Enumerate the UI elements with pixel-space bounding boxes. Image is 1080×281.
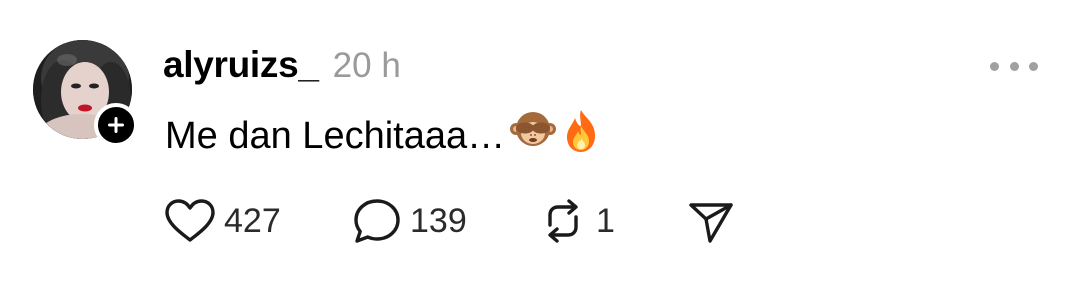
more-button[interactable] xyxy=(990,54,1038,78)
comment-bubble-icon xyxy=(354,199,400,243)
fire-icon xyxy=(561,108,601,164)
see-no-evil-monkey-icon xyxy=(509,109,557,163)
comment-count: 139 xyxy=(410,201,467,240)
like-count: 427 xyxy=(224,201,281,240)
more-icon xyxy=(990,61,999,71)
comment-button[interactable]: 139 xyxy=(352,196,467,246)
post-header: alyruizs_ 20 h xyxy=(163,44,401,86)
like-button[interactable]: 427 xyxy=(164,196,281,246)
avatar-container[interactable] xyxy=(33,40,138,147)
post-text: Me dan Lechitaaa… xyxy=(165,114,506,157)
heart-icon xyxy=(165,199,215,242)
repost-button[interactable]: 1 xyxy=(538,196,615,246)
username[interactable]: alyruizs_ xyxy=(163,44,319,86)
more-icon-dot xyxy=(1009,61,1019,71)
send-icon xyxy=(689,203,733,243)
repost-count: 1 xyxy=(596,201,615,240)
plus-icon xyxy=(108,117,124,133)
action-bar: 427 139 1 xyxy=(164,196,764,246)
timestamp: 20 h xyxy=(332,46,401,85)
repost-icon xyxy=(548,199,578,243)
post-body: Me dan Lechitaaa… xyxy=(165,108,601,164)
share-button[interactable] xyxy=(686,196,736,246)
follow-button[interactable] xyxy=(94,103,138,147)
more-icon-dot xyxy=(1029,61,1038,71)
